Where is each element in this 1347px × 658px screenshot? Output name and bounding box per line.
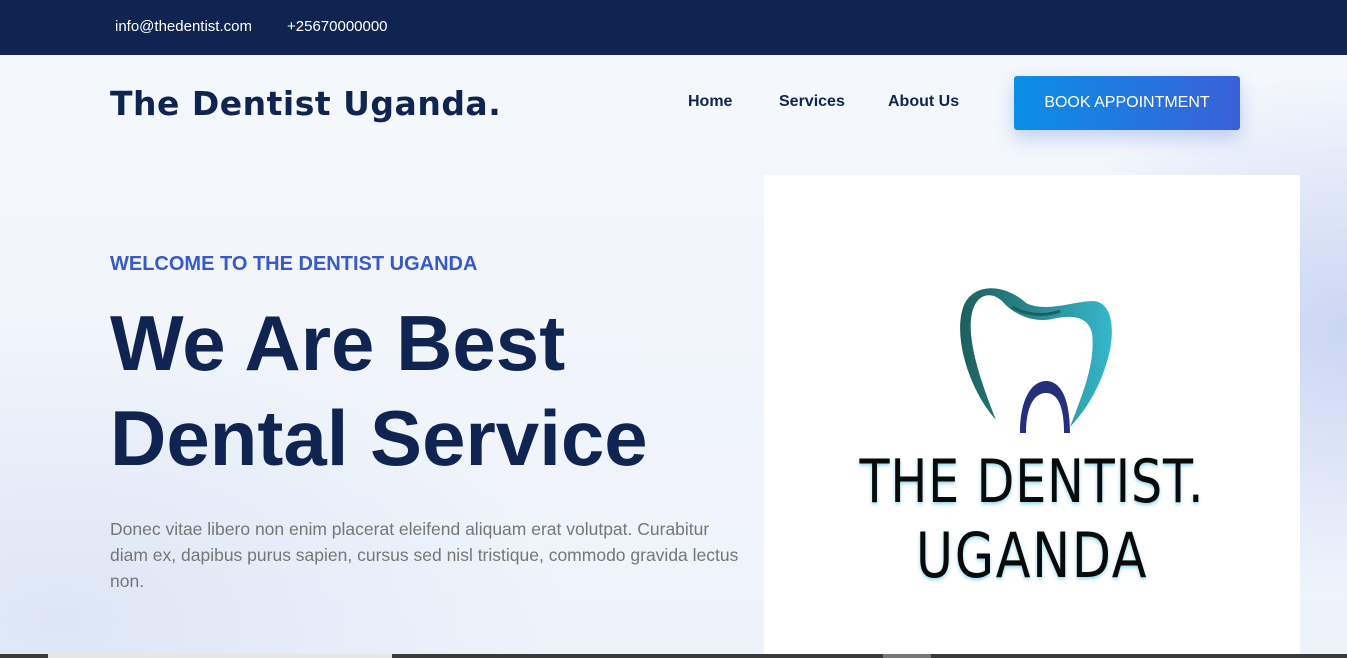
contact-email[interactable]: info@thedentist.com	[115, 18, 252, 35]
hero-description: Donec vitae libero non enim placerat ele…	[110, 519, 739, 591]
nav-home[interactable]: Home	[688, 93, 732, 111]
hero-headline-line1: We Are Best	[110, 299, 566, 387]
logo-text-line2: UGANDA	[915, 519, 1149, 592]
hero-eyebrow: WELCOME TO THE DENTIST UGANDA	[110, 253, 478, 275]
hero-headline: We Are Best Dental Service	[110, 296, 750, 486]
top-contact-bar: info@thedentist.com +25670000000	[0, 0, 1347, 55]
nav-services[interactable]: Services	[779, 93, 845, 111]
strip-segment	[883, 654, 931, 658]
logo-card: THE DENTIST. UGANDA	[764, 175, 1300, 658]
hero-headline-line2: Dental Service	[110, 394, 648, 482]
site-brand[interactable]: The Dentist Uganda.	[110, 84, 501, 123]
logo-text-line1: THE DENTIST.	[859, 447, 1205, 517]
nav-about-us[interactable]: About Us	[888, 93, 959, 111]
book-appointment-button[interactable]: BOOK APPOINTMENT	[1014, 76, 1240, 130]
contact-phone[interactable]: +25670000000	[287, 18, 388, 35]
bottom-strip	[0, 654, 1347, 658]
strip-segment	[48, 654, 392, 658]
